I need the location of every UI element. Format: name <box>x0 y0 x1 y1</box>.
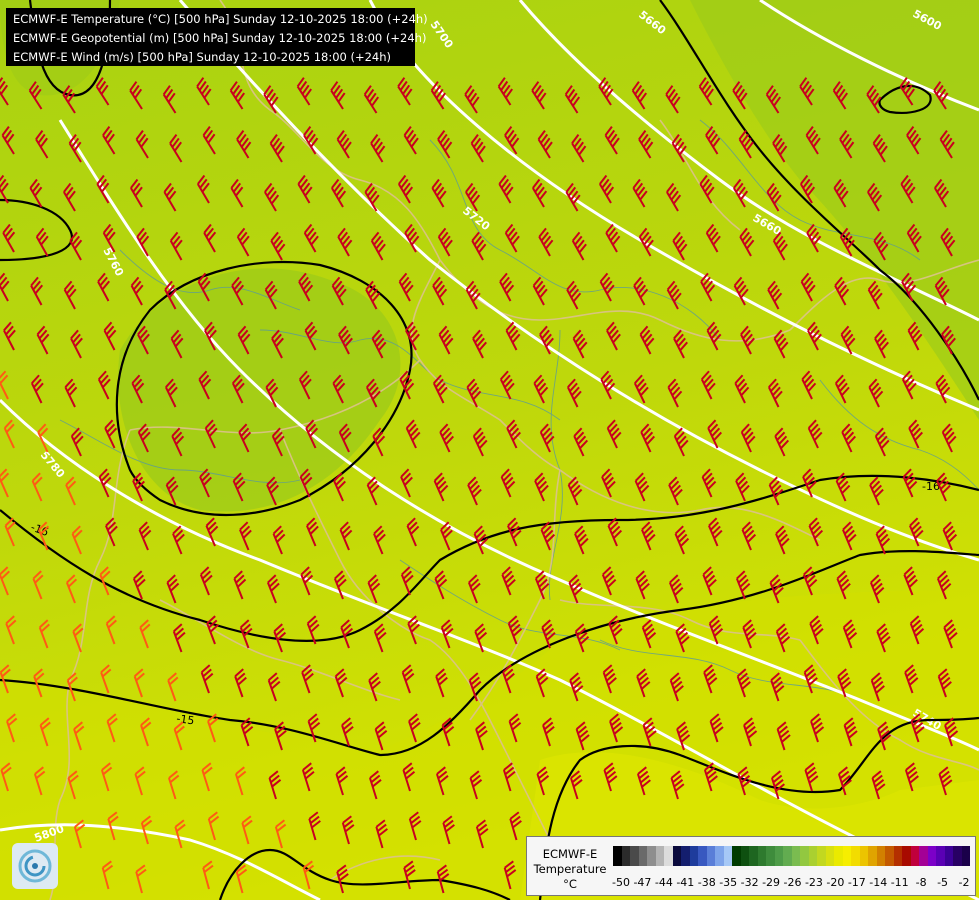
legend-swatch <box>902 846 911 866</box>
legend-swatch <box>919 846 928 866</box>
title-geopotential: ECMWF-E Geopotential (m) [500 hPa] Sunda… <box>13 31 427 45</box>
legend-swatch <box>936 846 945 866</box>
legend-swatch <box>681 846 690 866</box>
legend-tick-label: -2 <box>958 876 970 889</box>
legend-unit: °C <box>563 877 577 891</box>
legend-swatch <box>613 846 622 866</box>
legend-swatch <box>859 846 868 866</box>
legend-swatch <box>621 846 630 866</box>
legend-tick-label: -47 <box>633 876 652 889</box>
legend-swatch <box>876 846 885 866</box>
legend-swatch <box>927 846 936 866</box>
temperature-legend: ECMWF-E Temperature °C -50 -47 -44 -41 -38 -3… <box>526 836 976 896</box>
legend-tick-label: -5 <box>937 876 949 889</box>
legend-swatch <box>715 846 724 866</box>
ecmwf-logo <box>12 843 58 889</box>
legend-swatch <box>732 846 741 866</box>
legend-tick-label: -44 <box>654 876 673 889</box>
legend-tick-label: -8 <box>915 876 927 889</box>
legend-swatch <box>783 846 792 866</box>
legend-swatch <box>740 846 749 866</box>
legend-swatch <box>689 846 698 866</box>
legend-tick-label: -23 <box>804 876 823 889</box>
weather-map: 5700 5660 5600 5720 5660 5760 5780 5740 … <box>0 0 979 900</box>
legend-tick-label: -17 <box>847 876 866 889</box>
legend-subtitle: Temperature <box>533 862 607 876</box>
legend-tick-label: -14 <box>869 876 888 889</box>
legend-swatch <box>961 846 970 866</box>
legend-colorbar <box>613 846 970 866</box>
legend-swatch <box>851 846 860 866</box>
legend-swatch <box>757 846 766 866</box>
legend-tick-label: -20 <box>826 876 845 889</box>
legend-swatch <box>885 846 894 866</box>
legend-swatch <box>800 846 809 866</box>
legend-swatch <box>868 846 877 866</box>
legend-tick-label: -41 <box>676 876 695 889</box>
legend-swatch <box>834 846 843 866</box>
legend-swatch <box>698 846 707 866</box>
ecmwf-swirl-icon <box>18 849 52 883</box>
title-temperature: ECMWF-E Temperature (°C) [500 hPa] Sunda… <box>13 12 428 26</box>
legend-swatch <box>817 846 826 866</box>
legend-swatch <box>723 846 732 866</box>
legend-swatch <box>638 846 647 866</box>
map-title-box: ECMWF-E Temperature (°C) [500 hPa] Sunda… <box>6 8 428 66</box>
title-wind: ECMWF-E Wind (m/s) [500 hPa] Sunday 12-1… <box>13 50 392 64</box>
legend-swatch <box>706 846 715 866</box>
legend-swatch <box>647 846 656 866</box>
legend-tick-label: -29 <box>762 876 781 889</box>
legend-swatch <box>664 846 673 866</box>
legend-ticks: -50 -47 -44 -41 -38 -35 -32 -29 -26 -23 -20 -17 -14-… <box>612 876 973 890</box>
legend-tick-label: -26 <box>783 876 802 889</box>
legend-swatch <box>893 846 902 866</box>
legend-swatch <box>910 846 919 866</box>
legend-swatch <box>774 846 783 866</box>
legend-tick-label: -32 <box>740 876 759 889</box>
legend-tick-label: -11 <box>890 876 909 889</box>
legend-swatch <box>791 846 800 866</box>
legend-swatch <box>672 846 681 866</box>
legend-swatch <box>808 846 817 866</box>
legend-title: ECMWF-E <box>542 847 598 861</box>
legend-tick-label: -38 <box>697 876 716 889</box>
legend-tick-label: -35 <box>719 876 738 889</box>
legend-swatch <box>630 846 639 866</box>
legend-swatch <box>749 846 758 866</box>
legend-title-block: ECMWF-E Temperature °C <box>529 847 611 892</box>
legend-swatch <box>842 846 851 866</box>
legend-swatch <box>825 846 834 866</box>
legend-tick-label: -50 <box>612 876 630 889</box>
legend-swatch <box>655 846 664 866</box>
legend-swatch <box>953 846 962 866</box>
legend-swatch <box>944 846 953 866</box>
legend-swatch <box>766 846 775 866</box>
